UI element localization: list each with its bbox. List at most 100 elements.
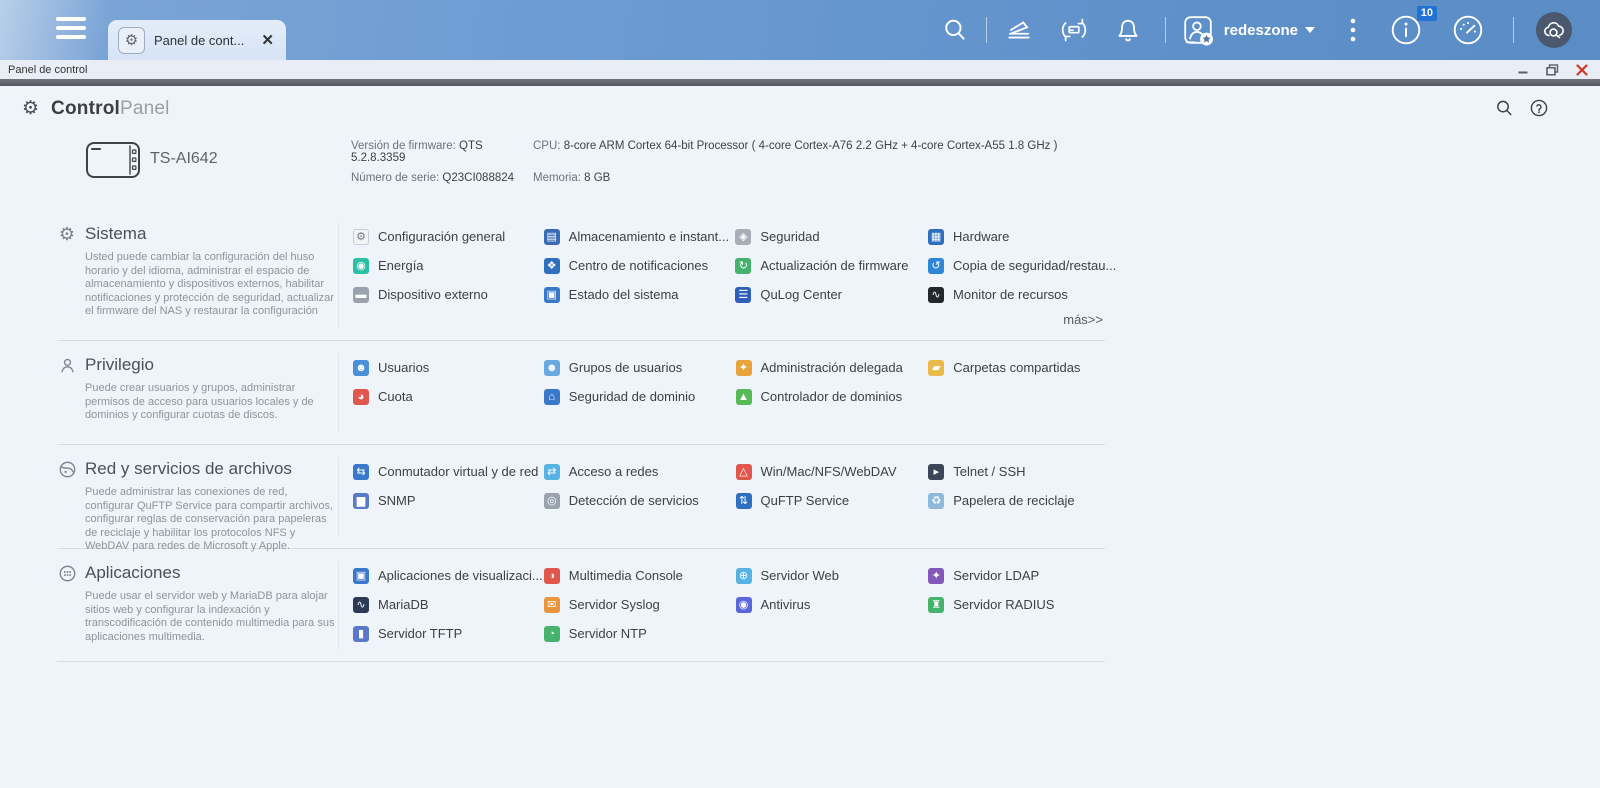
link-snmp[interactable]: ▆ SNMP (353, 486, 544, 515)
section-aplicaciones: Aplicaciones Puede usar el servidor web … (57, 549, 1105, 662)
tab-label: Panel de cont... (154, 32, 245, 48)
globe-icon (57, 459, 77, 479)
external-device-sync-icon[interactable] (1059, 16, 1089, 44)
app-tab-control-panel[interactable]: ⚙ Panel de cont... ✕ (108, 20, 286, 60)
link-aplicaciones-visualizacion[interactable]: ▣ Aplicaciones de visualizaci... (353, 561, 544, 590)
minimize-window-icon[interactable] (1517, 64, 1529, 76)
link-configuracion-general[interactable]: ⚙ Configuración general (353, 222, 544, 251)
info-value: Q23CI088824 (442, 172, 515, 184)
link-controlador-dominios[interactable]: ▲ Controlador de dominios (735, 382, 929, 411)
link-servidor-ntp[interactable]: ◔ Servidor NTP (543, 619, 736, 648)
antivirus-icon: ◉ (735, 596, 752, 613)
network-access-icon: ⇄ (543, 463, 560, 480)
gear-icon: ⚙ (118, 26, 145, 54)
window-titlebar: Panel de control (0, 60, 1600, 79)
link-grupos-usuarios[interactable]: ☻ Grupos de usuarios (543, 353, 736, 382)
close-window-icon[interactable] (1576, 63, 1588, 76)
nas-device-image (86, 142, 140, 178)
link-label: SNMP (378, 493, 416, 508)
link-mariadb[interactable]: ∿ MariaDB (353, 590, 544, 619)
link-servidor-syslog[interactable]: ✉ Servidor Syslog (543, 590, 736, 619)
link-dispositivo-externo[interactable]: ▬ Dispositivo externo (353, 280, 544, 309)
user-menu[interactable]: redeszone (1182, 14, 1315, 46)
link-label: Dispositivo externo (378, 287, 488, 302)
link-label: Servidor NTP (568, 626, 647, 641)
qts-desktop: ⚙ Panel de cont... ✕ redeszone 10 Panel … (0, 0, 1600, 788)
section-title: Red y servicios de archivos (85, 459, 292, 478)
terminal-icon: ▸ (928, 463, 945, 480)
link-hardware[interactable]: ▦ Hardware (928, 222, 1105, 251)
domain-controller-icon: ▲ (735, 388, 752, 405)
link-centro-notificaciones[interactable]: ❖ Centro de notificaciones (543, 251, 736, 280)
more-link[interactable]: más>> (353, 309, 1105, 327)
link-administracion-delegada[interactable]: ✦ Administración delegada (735, 353, 929, 382)
security-lock-icon: ◈ (735, 228, 752, 245)
system-info-icon[interactable]: 10 (1389, 6, 1437, 47)
main-menu-icon[interactable] (56, 17, 86, 43)
apps-grid-icon (57, 563, 77, 583)
myqnapcloud-icon[interactable] (1536, 12, 1572, 48)
links-column: ▰ Carpetas compartidas (928, 353, 1105, 411)
section-description: Puede crear usuarios y grupos, administr… (85, 382, 314, 421)
info-value: 8-core ARM Cortex 64-bit Processor ( 4-c… (563, 140, 1058, 152)
help-icon[interactable] (1530, 99, 1548, 117)
links-column: ⊕ Servidor Web ◉ Antivirus (735, 561, 929, 648)
link-antivirus[interactable]: ◉ Antivirus (735, 590, 929, 619)
search-icon[interactable] (942, 17, 968, 43)
more-options-kebab-icon[interactable] (1349, 16, 1357, 44)
link-monitor-recursos[interactable]: ∿ Monitor de recursos (928, 280, 1105, 309)
link-almacenamiento-instantaneas[interactable]: ▤ Almacenamiento e instant... (543, 222, 736, 251)
restore-window-icon[interactable] (1546, 63, 1559, 76)
link-servidor-tftp[interactable]: ▮ Servidor TFTP (353, 619, 544, 648)
link-seguridad-dominio[interactable]: ⌂ Seguridad de dominio (543, 382, 736, 411)
link-multimedia-console[interactable]: ◑ Multimedia Console (543, 561, 736, 590)
divider (338, 561, 339, 649)
link-quftp-service[interactable]: ⇅ QuFTP Service (735, 486, 929, 515)
section-title: Privilegio (85, 355, 154, 374)
link-servidor-web[interactable]: ⊕ Servidor Web (735, 561, 929, 590)
dashboard-icon[interactable] (1451, 13, 1485, 47)
link-label: Multimedia Console (568, 568, 683, 583)
shared-folders-icon: ▰ (928, 359, 945, 376)
close-tab-icon[interactable]: ✕ (259, 29, 276, 51)
divider (338, 353, 339, 432)
links-column: ▸ Telnet / SSH ♻ Papelera de reciclaje (928, 457, 1105, 515)
divider (338, 457, 339, 536)
link-qulog-center[interactable]: ☰ QuLog Center (735, 280, 928, 309)
info-item: Número de serie: Q23CI088824 (351, 172, 533, 184)
section-description: Puede administrar las conexiones de red,… (85, 486, 333, 552)
link-seguridad[interactable]: ◈ Seguridad (735, 222, 928, 251)
panel-search-icon[interactable] (1495, 99, 1513, 117)
link-label: Servidor Syslog (568, 597, 660, 612)
link-energia[interactable]: ◉ Energía (353, 251, 544, 280)
link-estado-sistema[interactable]: ▣ Estado del sistema (543, 280, 736, 309)
link-win-mac-nfs-webdav[interactable]: △ Win/Mac/NFS/WebDAV (735, 457, 929, 486)
link-conmutador-virtual[interactable]: ⇆ Conmutador virtual y de red (353, 457, 544, 486)
link-label: QuFTP Service (760, 493, 850, 508)
background-tasks-icon[interactable] (1005, 17, 1033, 43)
display-apps-icon: ▣ (353, 567, 369, 584)
notifications-bell-icon[interactable] (1115, 17, 1141, 44)
link-actualizacion-firmware[interactable]: ↻ Actualización de firmware (735, 251, 928, 280)
link-cuota[interactable]: ◕ Cuota (353, 382, 544, 411)
user-icon: ☻ (353, 359, 369, 376)
link-carpetas-compartidas[interactable]: ▰ Carpetas compartidas (928, 353, 1105, 382)
link-usuarios[interactable]: ☻ Usuarios (353, 353, 544, 382)
window-title: Panel de control (8, 63, 88, 76)
link-label: Seguridad de dominio (568, 389, 696, 404)
link-servidor-ldap[interactable]: ✦ Servidor LDAP (928, 561, 1105, 590)
quftp-icon: ⇅ (735, 492, 752, 509)
links-column: ▣ Aplicaciones de visualizaci... ∿ Maria… (353, 561, 544, 648)
link-copia-seguridad[interactable]: ↺ Copia de seguridad/restau... (928, 251, 1116, 280)
link-telnet-ssh[interactable]: ▸ Telnet / SSH (928, 457, 1105, 486)
link-papelera-reciclaje[interactable]: ♻ Papelera de reciclaje (928, 486, 1105, 515)
section-sistema: ⚙ Sistema Usted puede cambiar la configu… (57, 210, 1116, 341)
link-label: QuLog Center (760, 287, 843, 302)
link-label: Carpetas compartidas (953, 360, 1081, 375)
service-discovery-icon: ◎ (543, 492, 560, 509)
info-label: Número de serie: (351, 172, 440, 184)
link-deteccion-servicios[interactable]: ◎ Detección de servicios (543, 486, 736, 515)
link-label: Administración delegada (760, 360, 903, 375)
link-acceso-redes[interactable]: ⇄ Acceso a redes (543, 457, 736, 486)
link-servidor-radius[interactable]: ♜ Servidor RADIUS (928, 590, 1105, 619)
